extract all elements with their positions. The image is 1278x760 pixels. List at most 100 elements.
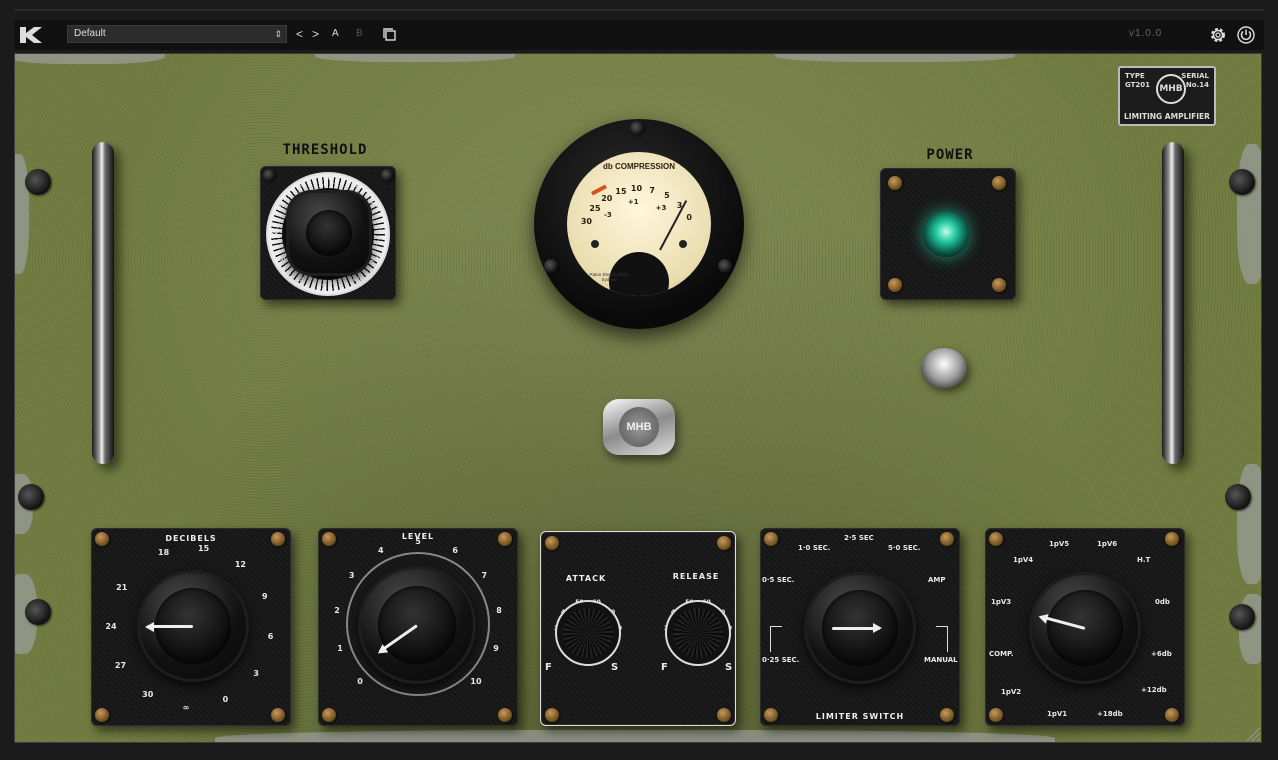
paint-wear — [775, 54, 1015, 62]
panel-screw — [25, 599, 51, 625]
scale-label: 0 — [298, 275, 304, 283]
limiter-switch-plate: LIMITER SWITCH 0·25 SEC. 0·5 SEC. 1·0 SEC.… — [760, 528, 960, 726]
scale-label: 9 — [493, 644, 499, 654]
resize-handle-icon[interactable] — [1243, 724, 1261, 742]
scale-label: 60 — [350, 182, 360, 190]
kilohearts-logo-icon — [20, 27, 42, 43]
chevron-updown-icon: ⇕ — [274, 29, 282, 39]
panel-screw — [1229, 604, 1255, 630]
level-knob[interactable] — [358, 566, 476, 684]
paint-wear — [15, 154, 29, 274]
meter-brand: Paton Electrical Pty Sydney — [589, 272, 629, 282]
tube-position-label: 1pV4 — [1013, 556, 1034, 564]
tube-selector-knob[interactable] — [1029, 572, 1141, 684]
power-lamp-plate — [880, 168, 1016, 300]
scale-label: 7 — [481, 570, 488, 580]
power-indicator-lamp — [923, 211, 969, 257]
ab-slot-b-button[interactable]: B — [356, 26, 363, 42]
scale-label: +1 — [627, 198, 639, 207]
decibels-knob[interactable] — [137, 570, 249, 682]
tube-position-label: +6db — [1151, 650, 1172, 658]
power-toggle-switch[interactable] — [921, 348, 967, 388]
preset-name: Default — [74, 28, 106, 39]
release-title: RELEASE — [672, 572, 720, 581]
mhb-logo: MHB — [1156, 74, 1186, 104]
version-label: v1.0.0 — [1129, 28, 1163, 39]
tube-selector-plate: 1pV1 1pV2 COMP. 1pV3 1pV4 1pV5 1pV6 H.T 0db +6db +… — [985, 528, 1185, 726]
paint-wear — [1237, 144, 1261, 284]
tube-position-label: 1pV1 — [1047, 710, 1068, 718]
preset-selector[interactable]: Default ⇕ — [67, 25, 287, 43]
paint-wear — [1237, 464, 1261, 584]
scale-label: 1 — [337, 644, 343, 654]
product-name: LIMITING AMPLIFIER — [1124, 112, 1210, 121]
scale-label: 5 — [664, 191, 670, 201]
tube-position-label: +12db — [1141, 686, 1167, 694]
scale-label: 40 — [296, 182, 306, 190]
mhb-badge-logo: MHB — [619, 407, 659, 447]
power-icon[interactable] — [1236, 25, 1256, 45]
decibels-title: DECIBELS — [165, 534, 217, 543]
scale-label: 50 — [323, 175, 333, 182]
serial-label: SERIAL — [1181, 72, 1209, 80]
power-title: POWER — [926, 147, 974, 163]
tube-position-label: 1pV3 — [991, 598, 1012, 606]
limiter-position-label: 2·5 SEC — [844, 534, 874, 542]
scale-label: 80 — [377, 229, 387, 236]
tube-position-label: COMP. — [989, 650, 1014, 658]
scale-label: 12 — [234, 560, 246, 570]
attack-knob[interactable] — [555, 600, 621, 666]
tube-position-label: 1pV6 — [1097, 540, 1118, 548]
scale-label: 30 — [580, 217, 592, 227]
level-plate: LEVEL 0 1 2 3 4 5 6 7 8 9 10 — [318, 528, 518, 726]
scale-label: 0 — [357, 676, 363, 686]
right-handle — [1162, 142, 1184, 464]
threshold-knob[interactable] — [286, 190, 372, 276]
paint-wear — [15, 54, 165, 64]
ab-slot-a-button[interactable]: A — [332, 26, 339, 42]
scale-label: 6 — [452, 545, 458, 555]
gear-icon[interactable] — [1208, 25, 1228, 45]
limiter-knob-pointer — [832, 623, 882, 633]
type-label: TYPE — [1125, 72, 1145, 80]
top-border — [14, 9, 1264, 11]
panel-screw — [1229, 169, 1255, 195]
limiter-position-label: 0·25 SEC. — [762, 656, 800, 664]
previous-preset-button[interactable]: < — [296, 26, 303, 42]
decibels-plate: DECIBELS 18 15 12 9 6 3 0 ∞ 30 27 24 21 — [91, 528, 291, 726]
panel-screw — [25, 169, 51, 195]
decibels-knob-pointer — [147, 625, 193, 628]
compressor-panel: TYPE GT201 SERIAL No.14 MHB LIMITING AMP… — [14, 53, 1262, 743]
attack-release-plate: ATTACK RELEASE 102030405060708090100 102… — [540, 531, 736, 726]
threshold-title: THRESHOLD — [282, 142, 368, 158]
scale-label: 3 — [348, 570, 355, 580]
paint-wear — [215, 730, 1055, 742]
limiter-switch-knob[interactable] — [804, 572, 916, 684]
scale-label: 27 — [114, 660, 127, 670]
release-knob[interactable] — [665, 600, 731, 666]
next-preset-button[interactable]: > — [312, 26, 319, 42]
tube-position-label: H.T — [1137, 556, 1151, 564]
scale-label: +3 — [655, 203, 667, 212]
left-handle — [92, 142, 114, 464]
type-value: GT201 — [1125, 81, 1151, 89]
scale-label: 3 — [253, 669, 259, 679]
scale-label: ∞ — [182, 702, 190, 712]
copy-icon[interactable] — [382, 27, 398, 43]
tube-position-label: 1pV2 — [1001, 688, 1022, 696]
scale-label: 15 — [198, 544, 210, 553]
bezel-screw — [718, 259, 732, 273]
plugin-toolbar: Default ⇕ < > A B v1.0.0 — [14, 20, 1264, 50]
plate-screw — [263, 169, 275, 181]
scale-label: 21 — [116, 583, 128, 592]
panel-screw — [1225, 484, 1251, 510]
meter-title: db COMPRESSION — [602, 162, 675, 171]
limiter-position-label: MANUAL — [924, 656, 958, 664]
compression-meter-face: db COMPRESSION 30 25 20 15 10 7 5 3 0 -3 +1 +3 Pat… — [567, 152, 711, 296]
scale-label: 5 — [415, 537, 421, 546]
attack-title: ATTACK — [565, 574, 607, 583]
scale-label: -3 — [603, 210, 612, 219]
tube-position-label: 0db — [1155, 598, 1170, 606]
tube-position-label: +18db — [1097, 710, 1123, 718]
scale-label: 20 — [269, 229, 279, 236]
